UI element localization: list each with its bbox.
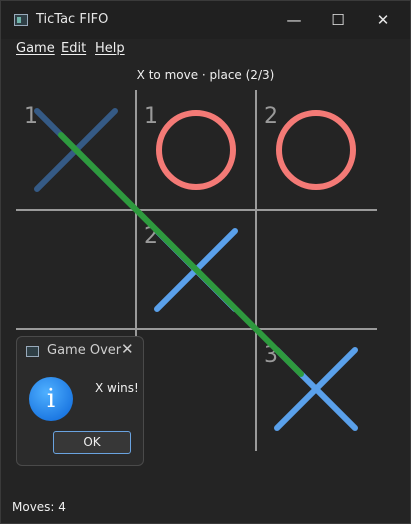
game-over-dialog: Game Over ✕ i X wins! OK: [16, 336, 144, 466]
board-cell-0-2[interactable]: 2: [264, 104, 356, 190]
ok-button[interactable]: OK: [53, 431, 131, 454]
info-icon: i: [29, 377, 73, 421]
board-cell-2-2[interactable]: 3: [264, 343, 358, 431]
dialog-app-icon: [26, 346, 39, 357]
move-order-label: 2: [264, 104, 278, 129]
move-order-label: 1: [144, 104, 158, 129]
dialog-title: Game Over: [47, 343, 122, 358]
dialog-message: X wins!: [95, 381, 139, 395]
move-order-label: 1: [24, 104, 38, 129]
board-cell-0-1[interactable]: 1: [144, 104, 236, 190]
o-mark: [276, 110, 356, 190]
moves-counter: Moves: 4: [12, 500, 66, 514]
dialog-close-button[interactable]: ✕: [121, 340, 134, 358]
o-mark: [156, 110, 236, 190]
